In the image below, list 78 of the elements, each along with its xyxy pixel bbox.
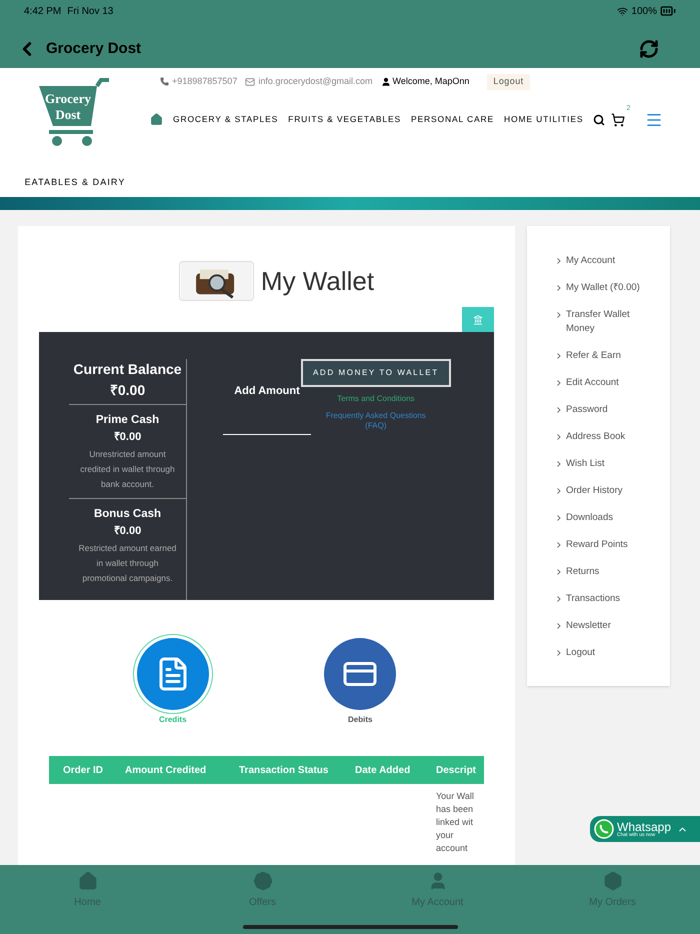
- status-time: 4:42 PM: [24, 4, 62, 18]
- cart-icon[interactable]: [611, 112, 626, 126]
- status-date: Fri Nov 13: [67, 4, 114, 18]
- phone-icon: [160, 77, 169, 86]
- cash-title: Prime Cash: [96, 413, 160, 428]
- chevron-icon: [557, 407, 561, 413]
- chevron-icon: [557, 515, 561, 521]
- home-icon[interactable]: [150, 113, 163, 126]
- cash-title: Bonus Cash: [94, 506, 162, 522]
- tab-icon: [252, 871, 272, 891]
- nav-link[interactable]: EATABLES & DAIRY: [24, 176, 126, 190]
- tab-label: Credits: [158, 714, 187, 726]
- nav-link[interactable]: FRUITS & VEGETABLES: [288, 113, 401, 126]
- email-icon: [245, 76, 256, 87]
- sidebar-item[interactable]: Logout: [566, 646, 646, 660]
- search-icon[interactable]: [593, 114, 606, 126]
- chevron-icon: [557, 623, 561, 629]
- refresh-icon[interactable]: [639, 39, 659, 59]
- tab-icon: [78, 871, 98, 891]
- chevron-icon: [557, 312, 561, 318]
- welcome-text: Welcome, MapOnn: [392, 75, 470, 88]
- chevron-icon: [557, 461, 561, 467]
- sidebar-item[interactable]: Order History: [566, 484, 646, 498]
- email-address: info.grocerydost@gmail.com: [258, 75, 373, 88]
- tab-label: Debits: [348, 714, 372, 726]
- phone-number: +918987857507: [172, 75, 238, 88]
- add-amount-label: Add Amount: [234, 384, 300, 399]
- cash-amount: ₹0.00: [114, 430, 142, 446]
- page-title: My Wallet: [260, 264, 374, 298]
- sidebar-item[interactable]: Wish List: [566, 457, 646, 471]
- column-header: Descript: [436, 764, 476, 778]
- chevron-icon: [557, 285, 561, 291]
- chevron-icon: [557, 569, 561, 575]
- add-money-button[interactable]: ADD MONEY TO WALLET: [301, 359, 451, 387]
- sidebar-item[interactable]: Transfer Wallet Money: [566, 308, 646, 336]
- chevron-icon: [557, 353, 561, 359]
- column-header: Order ID: [62, 764, 104, 778]
- column-header: Amount Credited: [125, 764, 208, 778]
- sidebar-item[interactable]: Password: [566, 403, 646, 417]
- user-icon: [380, 76, 391, 87]
- balance-amount: ₹0.00: [110, 381, 146, 400]
- chevron-icon: [557, 596, 561, 602]
- chevron-icon: [557, 380, 561, 386]
- app-title: Grocery Dost: [46, 38, 142, 59]
- chevron-icon: [557, 542, 561, 548]
- cash-amount: ₹0.00: [114, 524, 142, 539]
- sidebar-item[interactable]: My Account: [566, 254, 646, 268]
- nav-link[interactable]: HOME UTILITIES: [504, 113, 584, 126]
- bank-icon: [473, 314, 483, 324]
- terms-link[interactable]: Terms and Conditions: [337, 393, 415, 405]
- battery-level: 100%: [631, 4, 657, 18]
- table-cell-text: Your Wall has been linked wit your account: [436, 790, 475, 855]
- chevron-icon: [557, 650, 561, 656]
- sidebar-item[interactable]: Reward Points: [566, 538, 646, 552]
- wifi-icon: [617, 6, 628, 16]
- sidebar-item[interactable]: Address Book: [566, 430, 646, 444]
- chevron-icon: [557, 434, 561, 440]
- cash-note: Unrestricted amount credited in wallet through bank account.: [79, 448, 176, 491]
- chevron-icon: [557, 258, 561, 264]
- sidebar-item[interactable]: Newsletter: [566, 619, 646, 633]
- sidebar-item[interactable]: Edit Account: [566, 376, 646, 390]
- cash-note: Restricted amount earned in wallet through promotional campaigns.: [78, 542, 178, 585]
- logout-button[interactable]: Logout: [487, 74, 530, 90]
- column-header: Date Added: [355, 764, 412, 778]
- chevron-icon: [557, 488, 561, 494]
- sidebar-item[interactable]: Returns: [566, 565, 646, 579]
- balance-label: Current Balance: [73, 360, 182, 379]
- column-header: Transaction Status: [239, 764, 330, 778]
- nav-link[interactable]: GROCERY & STAPLES: [173, 113, 278, 126]
- sidebar-item[interactable]: Transactions: [566, 592, 646, 606]
- whatsapp-title: Whatsapp: [617, 820, 672, 832]
- nav-link[interactable]: PERSONAL CARE: [410, 113, 494, 126]
- tab-icon: [602, 871, 622, 891]
- sidebar-item[interactable]: My Wallet (₹0.00): [566, 281, 646, 295]
- chat-icon: [594, 819, 614, 839]
- cart-logo[interactable]: Grocery Dost: [35, 78, 115, 148]
- sidebar-item[interactable]: Downloads: [566, 511, 646, 525]
- sidebar-item[interactable]: Refer & Earn: [566, 349, 646, 363]
